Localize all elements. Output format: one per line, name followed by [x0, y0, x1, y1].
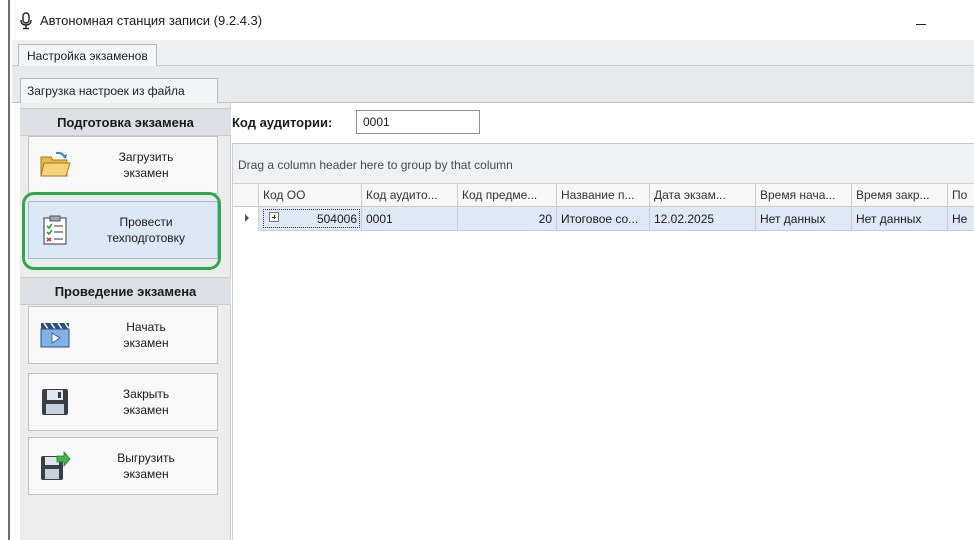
- exam-grid: Drag a column header here to group by th…: [232, 143, 974, 540]
- row-indicator-header: [233, 184, 259, 207]
- row-indicator[interactable]: [233, 207, 259, 231]
- column-header[interactable]: Код аудито...: [362, 184, 458, 207]
- table-cell[interactable]: Нет данных: [756, 207, 852, 231]
- column-header[interactable]: Дата экзам...: [650, 184, 756, 207]
- tech-prep-button[interactable]: Провести техподготовку: [28, 201, 218, 259]
- microphone-icon: [20, 12, 32, 30]
- tech-prep-label: Провести техподготовку: [107, 215, 185, 245]
- export-exam-button[interactable]: Выгрузить экзамен: [28, 437, 218, 495]
- sidebar-group-conducting: Проведение экзамена: [20, 277, 231, 305]
- group-by-hint: Drag a column header here to group by th…: [238, 158, 513, 172]
- close-exam-label: Закрыть экзамен: [122, 387, 170, 417]
- table-cell[interactable]: 20: [458, 207, 557, 231]
- row-indicator-arrow-icon: [245, 214, 249, 222]
- auditorium-code-label: Код аудитории:: [232, 115, 333, 130]
- load-exam-label: Загрузить экзамен: [118, 150, 174, 180]
- floppy-export-icon: [41, 450, 71, 480]
- export-exam-label: Выгрузить экзамен: [117, 451, 175, 481]
- grid-header-row: Код ОО Код аудито... Код предме... Назва…: [233, 184, 974, 207]
- start-exam-label: Начать экзамен: [123, 320, 169, 350]
- auditorium-code-input[interactable]: [356, 110, 480, 134]
- window-left-edge: [8, 0, 10, 540]
- table-cell[interactable]: Итоговое со...: [557, 207, 650, 231]
- column-header[interactable]: Время закр...: [852, 184, 948, 207]
- table-cell[interactable]: 0001: [362, 207, 458, 231]
- tab-load-settings-from-file[interactable]: Загрузка настроек из файла: [20, 78, 218, 103]
- minimize-icon[interactable]: [912, 12, 932, 30]
- window-title: Автономная станция записи (9.2.4.3): [40, 13, 263, 28]
- table-cell[interactable]: Нет данных: [852, 207, 948, 231]
- folder-open-icon: [40, 151, 71, 177]
- column-header[interactable]: По: [948, 184, 974, 207]
- tab-exam-settings[interactable]: Настройка экзаменов: [18, 44, 157, 67]
- column-header[interactable]: Название п...: [557, 184, 650, 207]
- load-exam-button[interactable]: Загрузить экзамен: [28, 136, 218, 194]
- checklist-clipboard-icon: [43, 215, 67, 245]
- floppy-disk-icon: [42, 389, 68, 415]
- column-header[interactable]: Код предме...: [458, 184, 557, 207]
- close-exam-button[interactable]: Закрыть экзамен: [28, 373, 218, 431]
- table-cell[interactable]: Не: [948, 207, 974, 231]
- clapperboard-icon: [40, 322, 70, 348]
- table-cell[interactable]: 12.02.2025: [650, 207, 756, 231]
- sidebar-group-preparation: Подготовка экзамена: [20, 108, 231, 136]
- column-header[interactable]: Код ОО: [259, 184, 362, 207]
- start-exam-button[interactable]: Начать экзамен: [28, 306, 218, 364]
- table-row[interactable]: 504006 0001 20 Итоговое со... 12.02.2025…: [233, 207, 974, 231]
- group-by-panel[interactable]: Drag a column header here to group by th…: [233, 144, 974, 184]
- table-cell[interactable]: 504006: [259, 207, 362, 231]
- column-header[interactable]: Время нача...: [756, 184, 852, 207]
